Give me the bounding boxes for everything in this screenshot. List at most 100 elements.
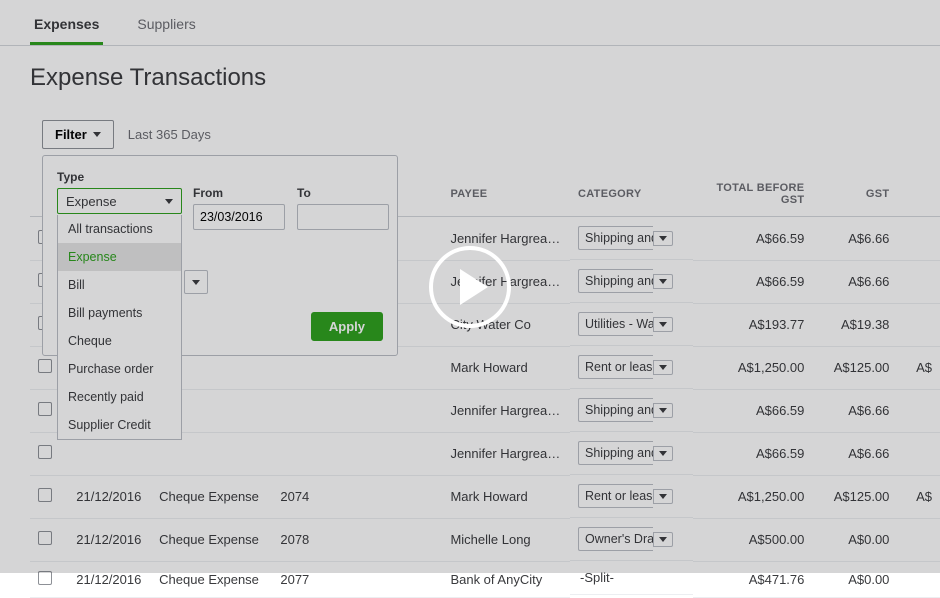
category-value: Shipping and bbox=[578, 269, 653, 293]
table-row[interactable]: 21/12/2016Cheque Expense2078 Michelle Lon… bbox=[30, 518, 940, 561]
filter-status-text: Last 365 Days bbox=[128, 127, 211, 142]
chevron-down-icon bbox=[659, 365, 667, 370]
category-value: Rent or lease bbox=[578, 355, 653, 379]
cell-type: Cheque Expense bbox=[151, 518, 272, 561]
cell-gst: A$6.66 bbox=[812, 389, 897, 432]
cell-tail bbox=[897, 217, 940, 261]
option-supplier-credit[interactable]: Supplier Credit bbox=[58, 411, 181, 439]
chevron-down-icon bbox=[93, 132, 101, 137]
cell-no: 2077 bbox=[272, 561, 323, 597]
option-bill-payments[interactable]: Bill payments bbox=[58, 299, 181, 327]
chevron-down-icon bbox=[659, 322, 667, 327]
cell-tail: A$ bbox=[897, 346, 940, 389]
play-button[interactable] bbox=[429, 246, 511, 328]
cell-gst: A$19.38 bbox=[812, 303, 897, 346]
row-checkbox[interactable] bbox=[38, 359, 52, 373]
category-value: -Split- bbox=[578, 570, 614, 585]
col-payee[interactable]: PAYEE bbox=[442, 150, 570, 217]
cell-payee: Jennifer Hargreaves bbox=[442, 389, 570, 432]
cell-total-before-gst: A$66.59 bbox=[693, 260, 812, 303]
row-checkbox[interactable] bbox=[38, 402, 52, 416]
col-category[interactable]: CATEGORY bbox=[570, 150, 693, 217]
table-row[interactable]: 21/12/2016Cheque Expense2074 Mark Howard R… bbox=[30, 475, 940, 518]
type-select-value: Expense bbox=[66, 194, 117, 209]
type-label: Type bbox=[57, 170, 383, 184]
category-select[interactable]: Rent or lease bbox=[578, 355, 673, 379]
chevron-down-icon bbox=[659, 494, 667, 499]
from-date-input[interactable] bbox=[193, 204, 285, 230]
chevron-down-icon bbox=[192, 280, 200, 285]
cell-total-before-gst: A$471.76 bbox=[693, 561, 812, 597]
secondary-select[interactable] bbox=[184, 270, 208, 294]
row-checkbox[interactable] bbox=[38, 445, 52, 459]
cell-gst: A$6.66 bbox=[812, 432, 897, 475]
cell-type: Cheque Expense bbox=[151, 475, 272, 518]
cell-payee: Bank of AnyCity bbox=[442, 561, 570, 597]
cell-no: 2078 bbox=[272, 518, 323, 561]
option-expense[interactable]: Expense bbox=[58, 243, 181, 271]
cell-tail bbox=[897, 260, 940, 303]
option-recently-paid[interactable]: Recently paid bbox=[58, 383, 181, 411]
page-title: Expense Transactions bbox=[0, 46, 940, 106]
category-select[interactable]: Utilities - Wat bbox=[578, 312, 673, 336]
filter-button-label: Filter bbox=[55, 127, 87, 142]
category-select[interactable]: Shipping and bbox=[578, 398, 673, 422]
cell-gst: A$0.00 bbox=[812, 561, 897, 597]
cell-no: 2074 bbox=[272, 475, 323, 518]
type-select[interactable]: Expense bbox=[57, 188, 182, 214]
cell-gst: A$0.00 bbox=[812, 518, 897, 561]
category-value: Owner's Drav bbox=[578, 527, 653, 551]
col-gst[interactable]: GST bbox=[812, 150, 897, 217]
category-value: Rent or lease bbox=[578, 484, 653, 508]
cell-gst: A$125.00 bbox=[812, 475, 897, 518]
category-select[interactable]: Shipping and bbox=[578, 226, 673, 250]
from-label: From bbox=[193, 186, 285, 200]
cell-gst: A$6.66 bbox=[812, 260, 897, 303]
row-checkbox[interactable] bbox=[38, 488, 52, 502]
col-total-before-gst[interactable]: TOTAL BEFORE GST bbox=[693, 150, 812, 217]
cell-payee: Michelle Long bbox=[442, 518, 570, 561]
chevron-down-icon bbox=[659, 408, 667, 413]
filter-button[interactable]: Filter bbox=[42, 120, 114, 149]
category-select[interactable]: Shipping and bbox=[578, 269, 673, 293]
tabs-bar: Expenses Suppliers bbox=[0, 0, 940, 46]
row-checkbox[interactable] bbox=[38, 531, 52, 545]
cell-total-before-gst: A$1,250.00 bbox=[693, 346, 812, 389]
apply-button[interactable]: Apply bbox=[311, 312, 383, 341]
cell-total-before-gst: A$500.00 bbox=[693, 518, 812, 561]
cell-date: 21/12/2016 bbox=[68, 518, 151, 561]
cell-total-before-gst: A$1,250.00 bbox=[693, 475, 812, 518]
cell-payee: Jennifer Hargreaves bbox=[442, 432, 570, 475]
category-value: Shipping and bbox=[578, 441, 653, 465]
category-select[interactable]: Rent or lease bbox=[578, 484, 673, 508]
cell-type: Cheque Expense bbox=[151, 561, 272, 597]
cell-total-before-gst: A$66.59 bbox=[693, 217, 812, 261]
cell-tail bbox=[897, 303, 940, 346]
cell-gst: A$6.66 bbox=[812, 217, 897, 261]
category-value: Shipping and bbox=[578, 398, 653, 422]
option-all-transactions[interactable]: All transactions bbox=[58, 215, 181, 243]
cell-tail bbox=[897, 518, 940, 561]
tab-expenses[interactable]: Expenses bbox=[30, 8, 103, 45]
cell-payee: Mark Howard bbox=[442, 346, 570, 389]
tab-suppliers[interactable]: Suppliers bbox=[133, 8, 199, 45]
cell-date: 21/12/2016 bbox=[68, 561, 151, 597]
chevron-down-icon bbox=[659, 236, 667, 241]
option-bill[interactable]: Bill bbox=[58, 271, 181, 299]
cell-payee: Mark Howard bbox=[442, 475, 570, 518]
category-value: Shipping and bbox=[578, 226, 653, 250]
chevron-down-icon bbox=[165, 199, 173, 204]
cell-gst: A$125.00 bbox=[812, 346, 897, 389]
type-dropdown: All transactions Expense Bill Bill payme… bbox=[57, 215, 182, 440]
option-purchase-order[interactable]: Purchase order bbox=[58, 355, 181, 383]
option-cheque[interactable]: Cheque bbox=[58, 327, 181, 355]
cell-total-before-gst: A$193.77 bbox=[693, 303, 812, 346]
table-row[interactable]: 21/12/2016Cheque Expense2077 Bank of AnyC… bbox=[30, 561, 940, 597]
category-select[interactable]: Shipping and bbox=[578, 441, 673, 465]
category-select[interactable]: Owner's Drav bbox=[578, 527, 673, 551]
to-date-input[interactable] bbox=[297, 204, 389, 230]
filter-panel: Type Expense All transactions Expense Bi… bbox=[42, 155, 398, 356]
chevron-down-icon bbox=[659, 279, 667, 284]
cell-date: 21/12/2016 bbox=[68, 475, 151, 518]
to-label: To bbox=[297, 186, 389, 200]
